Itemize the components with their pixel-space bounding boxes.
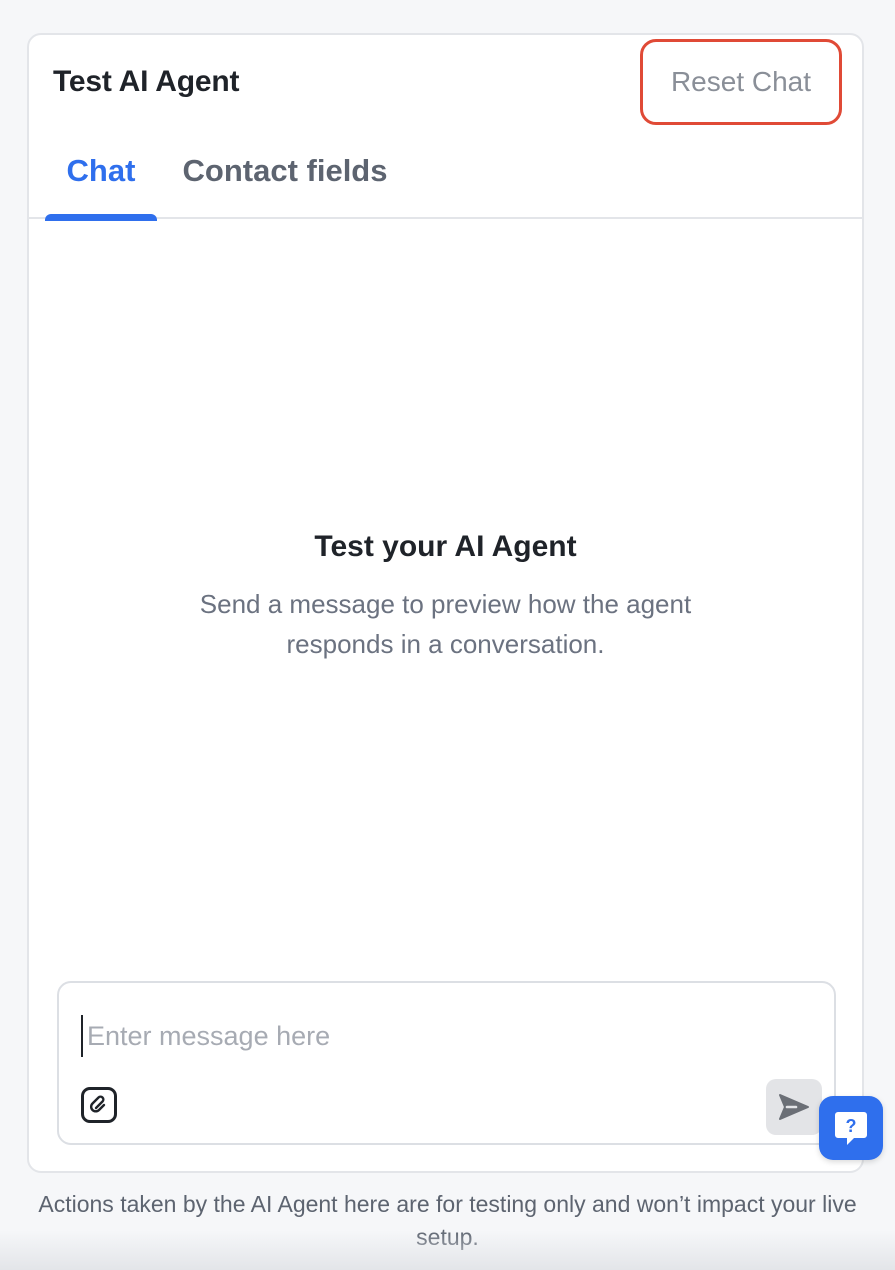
message-input[interactable] bbox=[81, 1015, 781, 1057]
help-chat-button[interactable]: ? bbox=[819, 1096, 883, 1160]
active-tab-indicator bbox=[45, 214, 157, 221]
page: Test AI Agent Reset Chat Chat Contact fi… bbox=[0, 0, 895, 1270]
empty-state-title: Test your AI Agent bbox=[314, 530, 577, 563]
message-composer bbox=[57, 981, 836, 1145]
tab-contact-fields-label: Contact fields bbox=[182, 153, 388, 188]
empty-state-description: Send a message to preview how the agent … bbox=[199, 589, 692, 659]
footer-note: Actions taken by the AI Agent here are f… bbox=[38, 1191, 857, 1250]
attachment-icon bbox=[89, 1095, 106, 1113]
panel-title: Test AI Agent bbox=[53, 65, 240, 98]
help-chat-icon: ? bbox=[835, 1112, 867, 1145]
tab-chat-label: Chat bbox=[66, 153, 136, 188]
reset-chat-button[interactable]: Reset Chat bbox=[640, 39, 842, 125]
empty-state: Test your AI Agent Send a message to pre… bbox=[29, 530, 862, 664]
send-button[interactable] bbox=[766, 1079, 822, 1135]
tab-contact-fields[interactable]: Contact fields bbox=[179, 153, 391, 219]
send-icon bbox=[779, 1094, 809, 1120]
test-agent-panel: Test AI Agent Reset Chat Chat Contact fi… bbox=[27, 33, 864, 1173]
attachment-button[interactable] bbox=[81, 1087, 117, 1123]
tab-chat[interactable]: Chat bbox=[45, 153, 157, 221]
svg-text:?: ? bbox=[846, 1116, 857, 1136]
panel-header: Test AI Agent Reset Chat bbox=[29, 35, 862, 135]
tab-bar: Chat Contact fields bbox=[29, 135, 862, 221]
